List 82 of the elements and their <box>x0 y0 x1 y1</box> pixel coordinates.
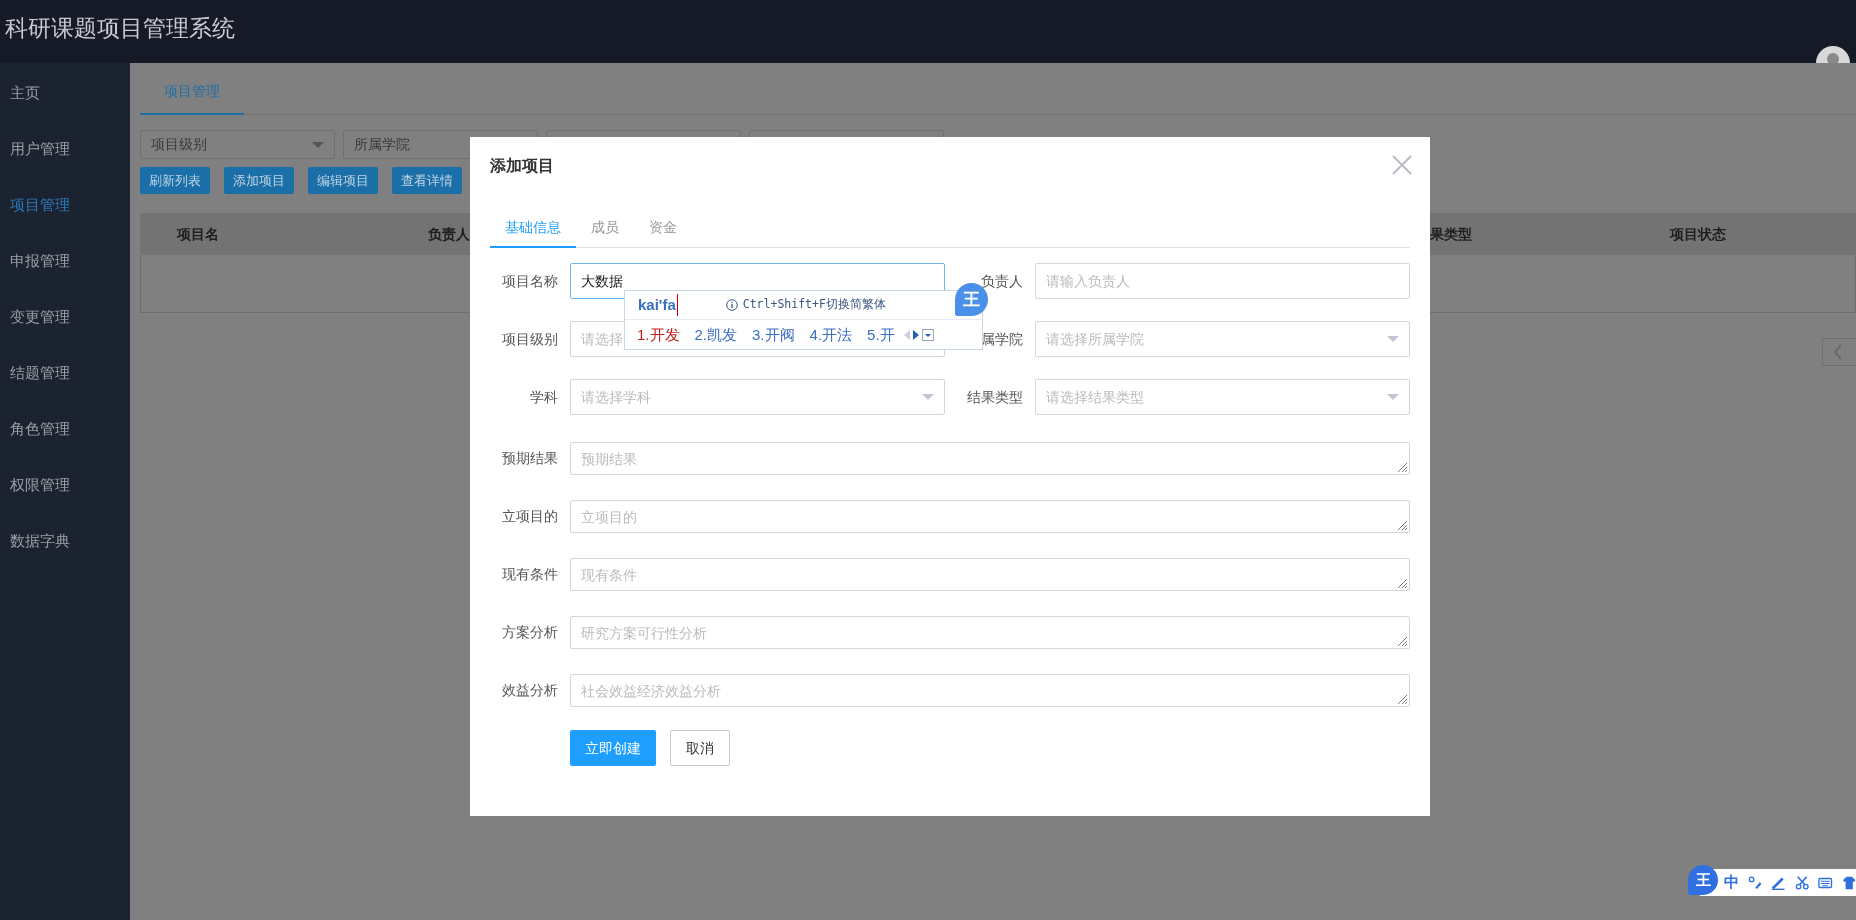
text-area[interactable]: 研究方案可行性分析 <box>570 616 1410 649</box>
sidebar-item[interactable]: 变更管理 <box>0 289 130 345</box>
field-label: 项目级别 <box>501 329 559 349</box>
dialog-title: 添加项目 <box>490 156 554 176</box>
placeholder-text: 请选择 <box>581 329 623 349</box>
toolbar-button[interactable]: 刷新列表 <box>140 167 210 194</box>
tab[interactable]: 基础信息 <box>490 208 576 248</box>
placeholder-text: 现有条件 <box>581 566 637 585</box>
field-label: 现有条件 <box>501 565 559 584</box>
column-header: 果类型 <box>1430 225 1472 242</box>
placeholder-text: 请输入负责人 <box>1046 271 1130 291</box>
caret-icon <box>1387 336 1399 342</box>
placeholder-text: 研究方案可行性分析 <box>581 624 707 643</box>
select-field[interactable]: 请选择结果类型 <box>1035 379 1410 415</box>
placeholder-text: 立项目的 <box>581 508 637 527</box>
field-label: 结果类型 <box>966 387 1024 407</box>
ime-logo[interactable]: 王 <box>1688 865 1718 895</box>
candidate-item[interactable]: 1.开发 <box>637 323 680 347</box>
field-label: 属学院 <box>980 329 1024 349</box>
placeholder-text: 请选择所属学院 <box>1046 329 1144 349</box>
input-field[interactable]: 请输入负责人 <box>1035 263 1410 299</box>
select-field[interactable]: 请选择学科 <box>570 379 945 415</box>
resize-handle-icon <box>1396 519 1408 531</box>
field-label: 方案分析 <box>501 623 559 642</box>
shirt-icon[interactable] <box>1841 874 1856 891</box>
field-label: 学科 <box>529 387 559 407</box>
arrow-left-icon <box>903 330 910 340</box>
select-field[interactable]: 请选择所属学院 <box>1035 321 1410 357</box>
sidebar-item[interactable]: 角色管理 <box>0 401 130 457</box>
resize-handle-icon <box>1396 577 1408 589</box>
info-icon <box>725 299 738 311</box>
placeholder-text: 请选择学科 <box>581 387 651 407</box>
caret-icon <box>1387 394 1399 400</box>
toolbar-button[interactable]: 查看详情 <box>392 167 462 194</box>
sidebar-item[interactable]: 结题管理 <box>0 345 130 401</box>
app-title: 科研课题项目管理系统 <box>5 14 235 43</box>
field-value: 大数据 <box>581 271 623 291</box>
placeholder-text: 所属学院 <box>354 135 410 154</box>
text-area[interactable]: 立项目的 <box>570 500 1410 533</box>
text-area[interactable]: 社会效益经济效益分析 <box>570 674 1410 707</box>
sidebar-item[interactable]: 用户管理 <box>0 121 130 177</box>
arrow-right-icon <box>912 330 919 340</box>
scissors-icon[interactable] <box>1794 874 1810 891</box>
candidate-item[interactable]: 5.开 <box>867 323 895 347</box>
tab[interactable]: 成员 <box>576 208 634 248</box>
caret-icon <box>312 141 324 148</box>
sidebar-item[interactable]: 项目管理 <box>0 177 130 233</box>
field-label: 效益分析 <box>501 681 559 700</box>
sidebar-item[interactable]: 主页 <box>0 65 130 121</box>
sidebar-item[interactable]: 数据字典 <box>0 513 130 569</box>
punctuation-icon[interactable] <box>1748 874 1763 891</box>
tab[interactable]: 资金 <box>634 208 692 248</box>
hint-text: Ctrl+Shift+F切换简繁体 <box>742 296 886 314</box>
resize-handle-icon <box>1396 461 1408 473</box>
select-field[interactable]: 项目级别 <box>140 130 335 159</box>
placeholder-text: 项目级别 <box>151 135 207 154</box>
toolbar-button[interactable]: 编辑项目 <box>308 167 378 194</box>
resize-handle-icon <box>1396 693 1408 705</box>
field-label: 立项目的 <box>501 507 559 526</box>
cancel-button[interactable]: 取消 <box>670 730 730 766</box>
candidate-item[interactable]: 2.凯发 <box>694 323 738 347</box>
caret-icon <box>922 394 934 400</box>
sidebar-item[interactable]: 权限管理 <box>0 457 130 513</box>
text-area[interactable]: 预期结果 <box>570 442 1410 475</box>
sidebar-item[interactable]: 申报管理 <box>0 233 130 289</box>
candidate-item[interactable]: 4.开法 <box>809 323 853 347</box>
input-mode-text[interactable]: 中 <box>1724 871 1739 894</box>
field-label: 项目名称 <box>501 271 559 291</box>
candidate-item[interactable]: 3.开阀 <box>752 323 795 347</box>
resize-handle-icon <box>1396 635 1408 647</box>
column-header: 项目名 <box>177 225 219 242</box>
dropdown-icon <box>921 329 934 341</box>
text-area[interactable]: 现有条件 <box>570 558 1410 591</box>
create-button[interactable]: 立即创建 <box>570 730 656 766</box>
placeholder-text: 社会效益经济效益分析 <box>581 682 721 701</box>
column-header: 项目状态 <box>1670 225 1726 242</box>
column-header: 负责人 <box>428 225 470 242</box>
toolbar-button[interactable]: 添加项目 <box>224 167 294 194</box>
field-label: 预期结果 <box>501 449 559 468</box>
composition-text: kai'fa <box>638 293 678 317</box>
placeholder-text: 预期结果 <box>581 450 637 469</box>
placeholder-text: 请选择结果类型 <box>1046 387 1144 407</box>
